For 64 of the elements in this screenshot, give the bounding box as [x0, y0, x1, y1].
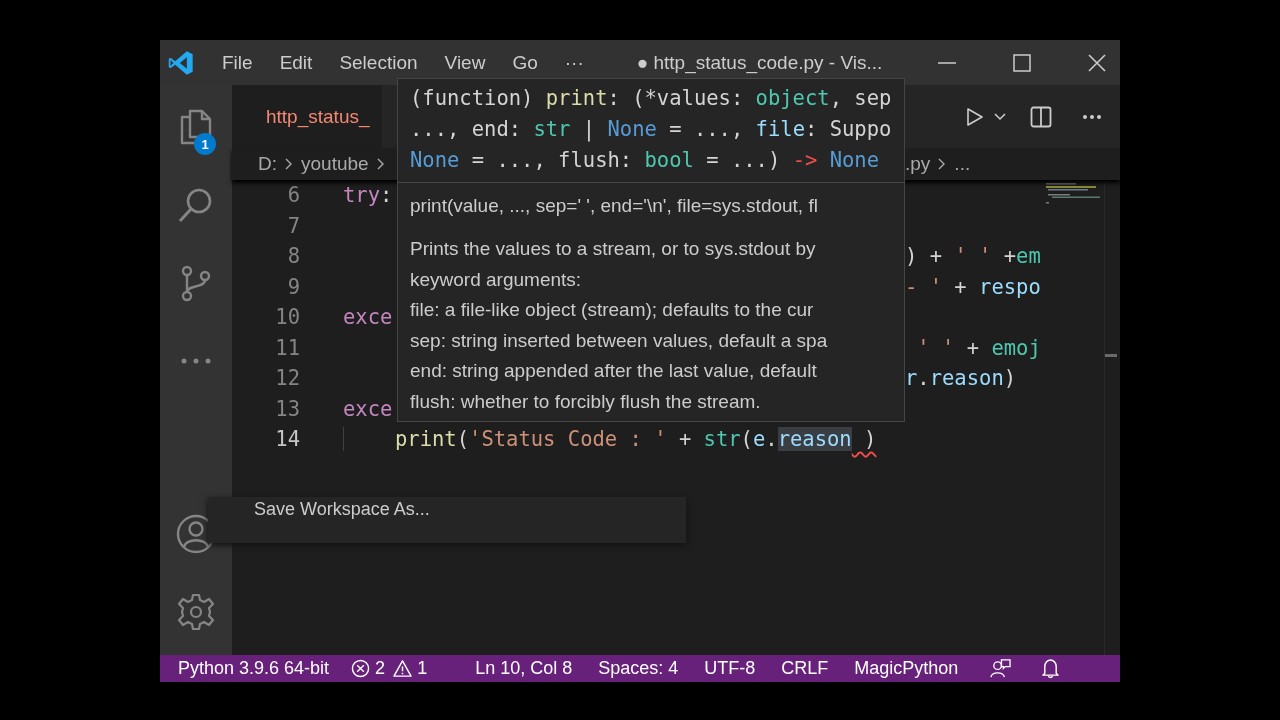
close-icon[interactable] — [1087, 52, 1108, 73]
menu-item[interactable]: Go — [512, 51, 538, 74]
line-number: 6 — [286, 183, 300, 208]
breadcrumb[interactable]: youtube — [301, 153, 369, 175]
warning-icon — [393, 659, 413, 678]
maximize-icon[interactable] — [1012, 52, 1033, 73]
line-number: 8 — [286, 244, 300, 269]
status-item[interactable]: MagicPython — [854, 658, 959, 679]
code-line: - ' + respo — [905, 274, 1041, 299]
more-icon[interactable] — [1082, 113, 1102, 120]
bell-icon[interactable] — [1041, 658, 1061, 679]
status-item[interactable]: UTF-8 — [704, 658, 756, 679]
warning-count[interactable]: 1 — [417, 658, 428, 679]
code-line: r.reason) — [905, 366, 1017, 391]
doc-line: keyword arguments: — [410, 267, 583, 292]
scrollbar-thumb[interactable] — [1105, 354, 1117, 357]
signature-line: ..., end: str | None = ..., file: Suppo — [410, 116, 893, 144]
menu-item[interactable]: View — [444, 51, 486, 74]
signature-line: None = ..., flush: bool = ...) -> None — [410, 147, 881, 174]
breadcrumb[interactable]: .py — [905, 153, 931, 175]
usage-text: print(value, ..., sep=' ', end='\n', file=sys.stdout, fl — [410, 194, 819, 218]
chevron-right-icon — [285, 158, 293, 170]
code-line: try: — [343, 183, 393, 208]
status-item[interactable]: Spaces: 4 — [598, 658, 679, 679]
code-line: exce — [343, 396, 393, 421]
line-number: 11 — [274, 335, 300, 360]
window-title: ● http_status_code.py - Vis... — [636, 51, 883, 74]
status-item[interactable]: Ln 10, Col 8 — [475, 658, 573, 679]
feedback-icon[interactable] — [990, 658, 1012, 679]
doc-line: file: a file-like object (stream); defaults to the cur — [410, 298, 815, 323]
line-number: 9 — [286, 274, 300, 299]
chevron-right-icon — [376, 158, 385, 170]
code-line: exce — [343, 305, 393, 330]
code-line: ' ' + emoj — [916, 335, 1041, 360]
notification-badge: 1 — [194, 133, 216, 155]
breadcrumb[interactable]: D: — [258, 153, 277, 175]
menu-item[interactable]: File — [222, 51, 253, 74]
doc-line: flush: whether to forcibly flush the stream. — [410, 389, 762, 414]
menu-item[interactable]: Selection — [339, 51, 418, 74]
interpreter-status[interactable]: Python 3.9.6 64-bit — [178, 658, 330, 679]
doc-line: sep: string inserted between values, default a spa — [410, 328, 829, 353]
chevron-down-icon[interactable] — [994, 112, 1006, 121]
editor-tab[interactable]: http_status_ — [232, 85, 382, 148]
doc-line: Prints the values to a stream, or to sys.stdout by — [410, 237, 817, 261]
menu-item[interactable]: Save Workspace As... — [208, 497, 686, 521]
error-icon — [351, 659, 371, 678]
line-number: 7 — [286, 213, 300, 238]
menu-item[interactable]: Edit — [279, 51, 313, 74]
chevron-right-icon — [938, 158, 947, 170]
split-editor-icon[interactable] — [1030, 105, 1052, 128]
code-line: print('Status Code : ' + str(e.reason ) — [395, 427, 877, 452]
breadcrumb[interactable]: ... — [954, 153, 971, 175]
run-icon[interactable] — [964, 106, 984, 127]
error-count[interactable]: 2 — [375, 658, 386, 679]
status-item[interactable]: CRLF — [781, 658, 829, 679]
doc-line: end: string appended after the last value, default — [410, 359, 818, 384]
signature-line: (function) print: (*values: object, sep — [410, 85, 893, 112]
code-line: ) + ' ' +em — [905, 244, 1041, 269]
menu-item[interactable]: ··· — [564, 51, 584, 74]
settings-icon[interactable] — [176, 592, 216, 632]
line-number: 12 — [274, 366, 300, 391]
line-number: 10 — [274, 305, 300, 330]
line-number: 14 — [274, 427, 300, 452]
line-number: 13 — [274, 396, 300, 421]
